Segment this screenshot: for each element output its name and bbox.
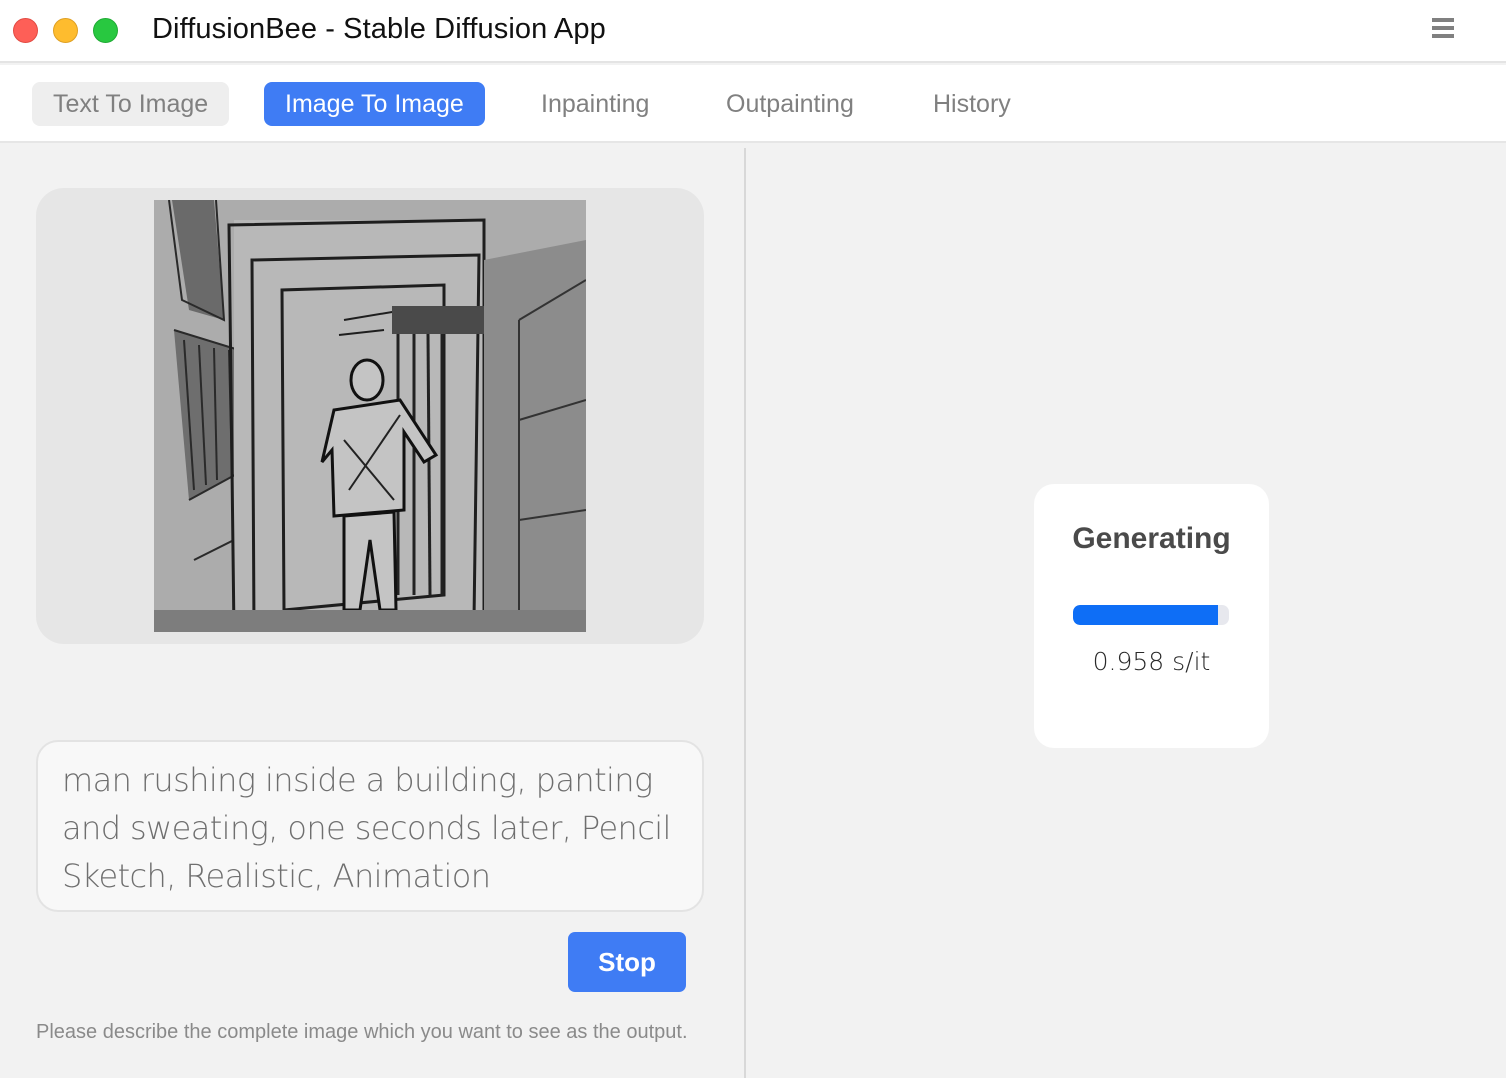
app-title: DiffusionBee - Stable Diffusion App bbox=[152, 13, 606, 45]
stop-button[interactable]: Stop bbox=[568, 932, 686, 992]
input-image[interactable] bbox=[154, 200, 586, 632]
speed-readout: 0.958 s/it bbox=[1092, 647, 1211, 676]
tab-history[interactable]: History bbox=[912, 82, 1032, 126]
input-image-well[interactable] bbox=[36, 188, 704, 644]
prompt-hint: Please describe the complete image which… bbox=[36, 1021, 688, 1043]
generating-card: Generating 0.958 s/it bbox=[1034, 484, 1269, 748]
output-pane: Generating 0.958 s/it bbox=[746, 145, 1506, 1078]
minimize-window-button[interactable] bbox=[53, 18, 78, 43]
tab-text-to-image[interactable]: Text To Image bbox=[32, 82, 230, 126]
progress-fill bbox=[1073, 605, 1219, 625]
sketch-illustration bbox=[154, 200, 586, 632]
tab-inpainting[interactable]: Inpainting bbox=[520, 82, 670, 126]
generating-title: Generating bbox=[1072, 522, 1231, 555]
tab-bar: Text To Image Image To Image Inpainting … bbox=[0, 65, 1506, 143]
input-pane: man rushing inside a building, panting a… bbox=[0, 145, 744, 1078]
prompt-input[interactable]: man rushing inside a building, panting a… bbox=[36, 740, 704, 912]
zoom-window-button[interactable] bbox=[93, 18, 118, 43]
progress-bar bbox=[1073, 605, 1229, 625]
close-window-button[interactable] bbox=[13, 18, 38, 43]
title-bar: DiffusionBee - Stable Diffusion App bbox=[0, 0, 1506, 63]
tab-outpainting[interactable]: Outpainting bbox=[705, 82, 875, 126]
tab-image-to-image[interactable]: Image To Image bbox=[264, 82, 485, 126]
hamburger-menu-icon[interactable] bbox=[1432, 18, 1454, 40]
